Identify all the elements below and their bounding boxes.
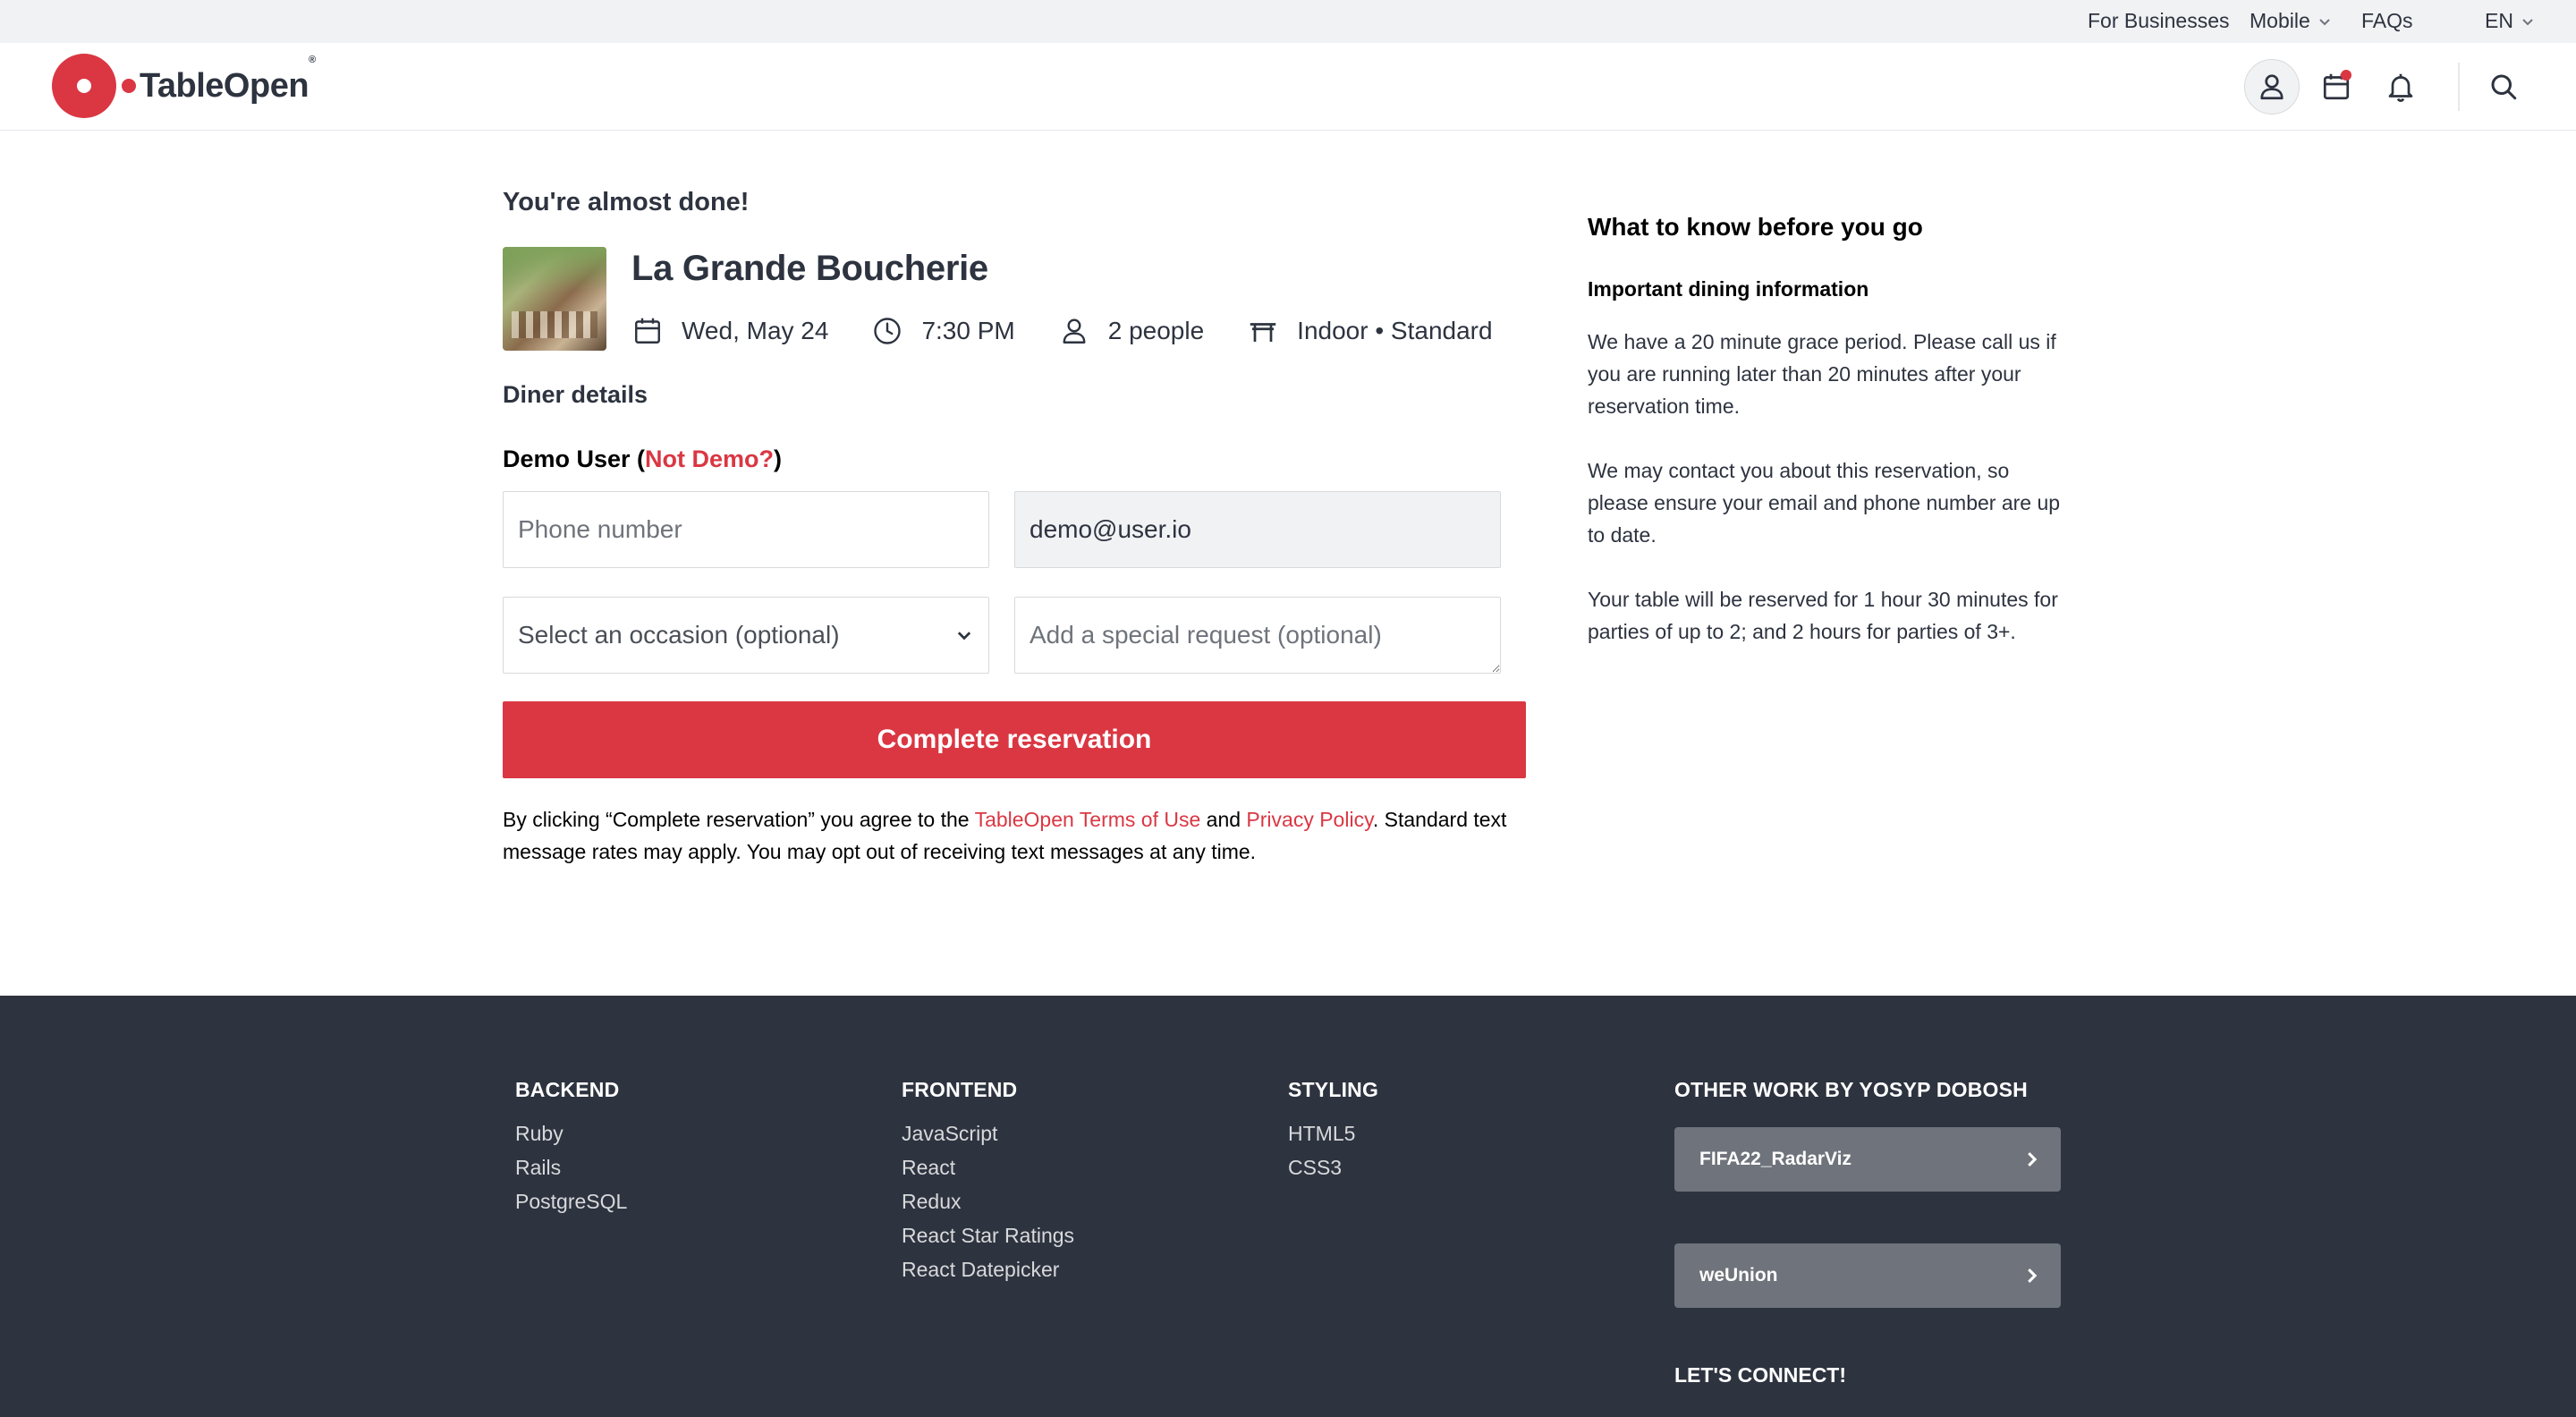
bell-icon bbox=[2388, 73, 2413, 102]
site-header: TableOpen® bbox=[0, 43, 2576, 131]
footer-styling-column: STYLING HTML5 CSS3 bbox=[1288, 1078, 1378, 1184]
user-profile-button[interactable] bbox=[2244, 59, 2300, 115]
occasion-select[interactable]: Select an occasion (optional) bbox=[503, 597, 989, 674]
footer-link[interactable]: HTML5 bbox=[1288, 1116, 1378, 1150]
site-footer: BACKEND Ruby Rails PostgreSQL FRONTEND J… bbox=[0, 996, 2576, 1417]
terms-of-use-link[interactable]: TableOpen Terms of Use bbox=[975, 808, 1201, 831]
footer-frontend-column: FRONTEND JavaScript React Redux React St… bbox=[902, 1078, 1074, 1286]
contact-paragraph: We may contact you about this reservatio… bbox=[1588, 459, 2061, 547]
reservation-time-text: 7:30 PM bbox=[921, 317, 1015, 344]
language-label: EN bbox=[2485, 9, 2513, 32]
person-icon bbox=[1063, 318, 1086, 344]
chevron-down-icon bbox=[957, 632, 971, 641]
footer-link[interactable]: CSS3 bbox=[1288, 1150, 1378, 1184]
table-duration-paragraph: Your table will be reserved for 1 hour 3… bbox=[1588, 588, 2058, 643]
weunion-button[interactable]: weUnion bbox=[1674, 1243, 2061, 1308]
footer-link[interactable]: Redux bbox=[902, 1184, 1074, 1218]
page-heading: You're almost done! bbox=[503, 188, 750, 216]
footer-styling-heading: STYLING bbox=[1288, 1078, 1379, 1101]
diner-details-heading: Diner details bbox=[503, 381, 648, 408]
restaurant-photo bbox=[503, 247, 606, 351]
terms-disclaimer: By clicking “Complete reservation” you a… bbox=[503, 803, 1540, 868]
fifa-radarviz-label: FIFA22_RadarViz bbox=[1699, 1149, 1852, 1169]
lets-connect-heading: LET'S CONNECT! bbox=[1674, 1363, 1847, 1387]
reservation-date-text: Wed, May 24 bbox=[682, 317, 829, 344]
chevron-down-icon bbox=[2522, 19, 2533, 26]
reservation-time: 7:30 PM bbox=[871, 315, 1015, 347]
faqs-link[interactable]: FAQs bbox=[2361, 9, 2413, 32]
table-icon bbox=[1250, 323, 1276, 342]
not-demo-link[interactable]: Not Demo? bbox=[645, 445, 774, 472]
footer-link[interactable]: React Datepicker bbox=[902, 1252, 1074, 1286]
reservation-party-size: 2 people bbox=[1058, 315, 1204, 347]
footer-other-work-column: OTHER WORK BY YOSYP DOBOSH bbox=[1674, 1078, 2028, 1116]
occasion-select-value: Select an occasion (optional) bbox=[518, 621, 840, 649]
chevron-right-icon bbox=[2028, 1152, 2038, 1167]
utility-bar: For Businesses Mobile FAQs EN bbox=[0, 0, 2576, 43]
logo-text: TableOpen® bbox=[140, 54, 316, 105]
mobile-menu[interactable]: Mobile bbox=[2250, 9, 2332, 32]
search-button[interactable] bbox=[2476, 59, 2531, 115]
diner-name-text: Demo User ( bbox=[503, 445, 646, 472]
dining-info-heading: Important dining information bbox=[1588, 277, 1869, 301]
user-icon bbox=[2260, 74, 2284, 100]
diner-name-suffix: ) bbox=[774, 445, 783, 472]
footer-link[interactable]: React bbox=[902, 1150, 1074, 1184]
footer-other-work-heading: OTHER WORK BY YOSYP DOBOSH bbox=[1674, 1078, 2028, 1101]
terms-text-1: By clicking “Complete reservation” you a… bbox=[503, 808, 975, 831]
chevron-down-icon bbox=[2319, 19, 2330, 26]
footer-link[interactable]: PostgreSQL bbox=[515, 1184, 627, 1218]
reservation-seating-text: Indoor • Standard bbox=[1297, 317, 1493, 344]
reservation-summary: Wed, May 24 7:30 PM 2 people Indoor • St… bbox=[631, 311, 1493, 351]
footer-backend-column: BACKEND Ruby Rails PostgreSQL bbox=[515, 1078, 627, 1218]
notifications-button[interactable] bbox=[2373, 59, 2428, 115]
logo-dot-icon bbox=[122, 79, 136, 93]
reservations-button[interactable] bbox=[2309, 59, 2364, 115]
diner-name: Demo User (Not Demo?) bbox=[503, 445, 782, 473]
footer-link[interactable]: Ruby bbox=[515, 1116, 627, 1150]
site-logo[interactable]: TableOpen® bbox=[52, 54, 316, 118]
fifa-radarviz-button[interactable]: FIFA22_RadarViz bbox=[1674, 1127, 2061, 1192]
phone-number-input[interactable] bbox=[503, 491, 989, 568]
for-businesses-link[interactable]: For Businesses bbox=[2088, 9, 2230, 32]
header-divider bbox=[2458, 63, 2460, 111]
footer-link[interactable]: React Star Ratings bbox=[902, 1218, 1074, 1252]
terms-text-2: and bbox=[1200, 808, 1247, 831]
reservation-date: Wed, May 24 bbox=[631, 315, 828, 347]
language-menu[interactable]: EN bbox=[2485, 9, 2535, 32]
footer-link[interactable]: Rails bbox=[515, 1150, 627, 1184]
complete-reservation-button[interactable]: Complete reservation bbox=[503, 701, 1526, 778]
reservation-seating: Indoor • Standard bbox=[1247, 315, 1493, 347]
chevron-right-icon bbox=[2028, 1269, 2038, 1283]
footer-link[interactable]: JavaScript bbox=[902, 1116, 1074, 1150]
footer-backend-heading: BACKEND bbox=[515, 1078, 620, 1101]
restaurant-name: La Grande Boucherie bbox=[631, 249, 988, 288]
clock-icon bbox=[874, 318, 902, 344]
email-field[interactable] bbox=[1014, 491, 1501, 568]
footer-frontend-heading: FRONTEND bbox=[902, 1078, 1018, 1101]
calendar-icon bbox=[635, 318, 660, 344]
privacy-policy-link[interactable]: Privacy Policy bbox=[1246, 808, 1372, 831]
special-request-input[interactable] bbox=[1014, 597, 1501, 674]
grace-period-paragraph: We have a 20 minute grace period. Please… bbox=[1588, 330, 2056, 418]
weunion-label: weUnion bbox=[1699, 1265, 1778, 1285]
before-you-go-heading: What to know before you go bbox=[1588, 213, 1923, 241]
reservation-party-text: 2 people bbox=[1107, 317, 1205, 344]
logo-mark-icon bbox=[52, 54, 116, 118]
search-icon bbox=[2491, 74, 2517, 100]
mobile-label: Mobile bbox=[2250, 9, 2310, 32]
notification-dot bbox=[2341, 70, 2351, 81]
